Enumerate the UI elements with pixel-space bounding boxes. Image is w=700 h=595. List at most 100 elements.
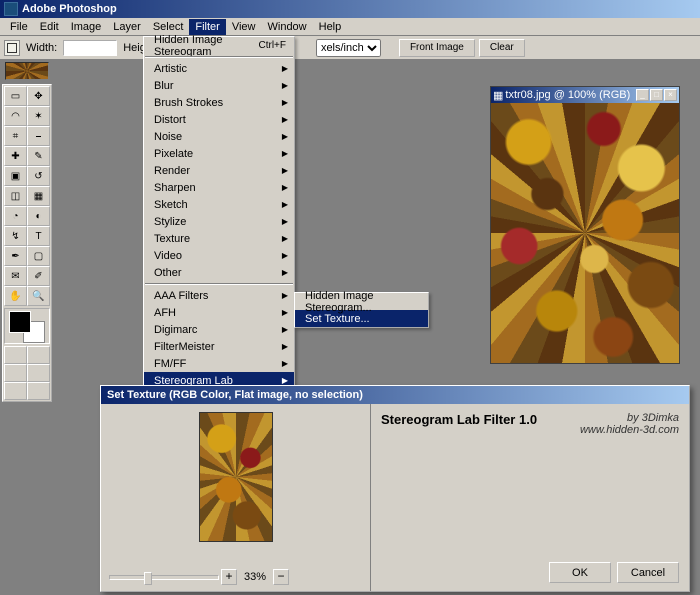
filter-sketch[interactable]: Sketch▶ xyxy=(144,196,294,213)
filter-blur[interactable]: Blur▶ xyxy=(144,77,294,94)
minimize-icon[interactable]: _ xyxy=(636,89,649,101)
chevron-right-icon: ▶ xyxy=(282,376,288,385)
tool-brush[interactable]: ✎ xyxy=(27,146,50,166)
menu-file[interactable]: File xyxy=(4,19,34,35)
maximize-icon[interactable]: □ xyxy=(650,89,663,101)
tool-eyedrop[interactable]: ✐ xyxy=(27,266,50,286)
image-window: ▦ txtr08.jpg @ 100% (RGB) _ □ × xyxy=(490,86,680,364)
filter-credit: by 3Dimka www.hidden-3d.com xyxy=(580,412,679,436)
menu-window[interactable]: Window xyxy=(262,19,313,35)
filter-other[interactable]: Other▶ xyxy=(144,264,294,281)
tool-lasso[interactable]: ◠ xyxy=(4,106,27,126)
crop-tool-icon[interactable] xyxy=(4,40,20,56)
filter-fmff[interactable]: FM/FF▶ xyxy=(144,355,294,372)
resolution-units-select[interactable]: xels/inch xyxy=(316,39,381,57)
tool-eraser[interactable]: ◫ xyxy=(4,186,27,206)
width-input[interactable] xyxy=(63,40,117,56)
zoom-value: 33% xyxy=(239,571,271,583)
submenu-hidden-image[interactable]: Hidden Image Stereogram... xyxy=(295,293,428,310)
filter-aaa[interactable]: AAA Filters▶ xyxy=(144,287,294,304)
filter-sharpen[interactable]: Sharpen▶ xyxy=(144,179,294,196)
menu-edit[interactable]: Edit xyxy=(34,19,65,35)
image-window-titlebar[interactable]: ▦ txtr08.jpg @ 100% (RGB) _ □ × xyxy=(491,87,679,103)
chevron-right-icon: ▶ xyxy=(282,166,288,175)
filter-stylize[interactable]: Stylize▶ xyxy=(144,213,294,230)
chevron-right-icon: ▶ xyxy=(282,64,288,73)
tool-pen[interactable]: ✒ xyxy=(4,246,27,266)
filter-pixelate[interactable]: Pixelate▶ xyxy=(144,145,294,162)
filter-distort[interactable]: Distort▶ xyxy=(144,111,294,128)
cancel-button[interactable]: Cancel xyxy=(617,562,679,583)
zoom-out-button[interactable]: − xyxy=(273,569,289,585)
filter-last-shortcut: Ctrl+F xyxy=(259,40,287,51)
chevron-right-icon: ▶ xyxy=(282,325,288,334)
filter-filtermeister[interactable]: FilterMeister▶ xyxy=(144,338,294,355)
menu-view[interactable]: View xyxy=(226,19,262,35)
tool-gradient[interactable]: ▦ xyxy=(27,186,50,206)
filter-texture[interactable]: Texture▶ xyxy=(144,230,294,247)
ok-button[interactable]: OK xyxy=(549,562,611,583)
menu-select[interactable]: Select xyxy=(147,19,190,35)
slider-knob[interactable] xyxy=(144,572,152,585)
filter-noise[interactable]: Noise▶ xyxy=(144,128,294,145)
dialog-info-pane: Stereogram Lab Filter 1.0 by 3Dimka www.… xyxy=(371,404,689,591)
chevron-right-icon: ▶ xyxy=(282,359,288,368)
tool-hand[interactable]: ✋ xyxy=(4,286,27,306)
tool-path[interactable]: ↯ xyxy=(4,226,27,246)
tool-dodge[interactable]: ◐ xyxy=(27,206,50,226)
tool-marquee[interactable]: ▭ xyxy=(4,86,27,106)
tool-wand[interactable]: ✶ xyxy=(27,106,50,126)
dialog-title[interactable]: Set Texture (RGB Color, Flat image, no s… xyxy=(101,386,689,404)
tool-zoom[interactable]: 🔍 xyxy=(27,286,50,306)
image-canvas[interactable] xyxy=(491,103,679,363)
chevron-right-icon: ▶ xyxy=(282,234,288,243)
tool-crop[interactable]: ⌗ xyxy=(4,126,27,146)
preview-image[interactable] xyxy=(199,412,273,542)
menu-layer[interactable]: Layer xyxy=(107,19,147,35)
menubar: File Edit Image Layer Select Filter View… xyxy=(0,18,700,36)
credit-author: by 3Dimka xyxy=(580,412,679,424)
tool-type[interactable]: T xyxy=(27,226,50,246)
filter-brushstrokes[interactable]: Brush Strokes▶ xyxy=(144,94,294,111)
filter-last[interactable]: Hidden Image Stereogram Ctrl+F xyxy=(144,37,294,54)
tool-grid: ▭ ✥ ◠ ✶ ⌗ ⎯ ✚ ✎ ▣ ↺ ◫ ▦ ◔ ◐ ↯ T ✒ ▢ ✉ ✐ … xyxy=(4,86,50,306)
chevron-right-icon: ▶ xyxy=(282,115,288,124)
dialog-preview-pane: + 33% − xyxy=(101,404,371,591)
filter-digimarc[interactable]: Digimarc▶ xyxy=(144,321,294,338)
navigator-thumbnail[interactable] xyxy=(5,62,49,80)
foreground-color-swatch[interactable] xyxy=(9,311,31,333)
tool-heal[interactable]: ✚ xyxy=(4,146,27,166)
quickmask-off[interactable] xyxy=(4,346,27,364)
filter-video[interactable]: Video▶ xyxy=(144,247,294,264)
tool-move[interactable]: ✥ xyxy=(27,86,50,106)
stereogram-submenu: Hidden Image Stereogram... Set Texture..… xyxy=(294,292,429,328)
filter-afh[interactable]: AFH▶ xyxy=(144,304,294,321)
menu-help[interactable]: Help xyxy=(313,19,348,35)
chevron-right-icon: ▶ xyxy=(282,149,288,158)
screenmode-std[interactable] xyxy=(4,364,27,382)
front-image-button[interactable]: Front Image xyxy=(399,39,475,57)
filter-render[interactable]: Render▶ xyxy=(144,162,294,179)
filter-artistic[interactable]: Artistic▶ xyxy=(144,60,294,77)
menu-image[interactable]: Image xyxy=(65,19,108,35)
zoom-slider[interactable] xyxy=(109,575,219,580)
tool-blur[interactable]: ◔ xyxy=(4,206,27,226)
filter-dropdown: Hidden Image Stereogram Ctrl+F Artistic▶… xyxy=(143,36,295,407)
jump-to[interactable] xyxy=(4,382,27,400)
quickmask-on[interactable] xyxy=(27,346,50,364)
tool-notes[interactable]: ✉ xyxy=(4,266,27,286)
tool-history[interactable]: ↺ xyxy=(27,166,50,186)
screenmode-full[interactable] xyxy=(27,364,50,382)
doc-icon: ▦ xyxy=(493,89,503,102)
width-label: Width: xyxy=(26,42,57,54)
extra-mode[interactable] xyxy=(27,382,50,400)
clear-button[interactable]: Clear xyxy=(479,39,525,57)
menu-filter[interactable]: Filter xyxy=(189,19,225,35)
tool-slice[interactable]: ⎯ xyxy=(27,126,50,146)
tool-stamp[interactable]: ▣ xyxy=(4,166,27,186)
tool-shape[interactable]: ▢ xyxy=(27,246,50,266)
zoom-in-button[interactable]: + xyxy=(221,569,237,585)
close-icon[interactable]: × xyxy=(664,89,677,101)
set-texture-dialog: Set Texture (RGB Color, Flat image, no s… xyxy=(100,385,690,592)
chevron-right-icon: ▶ xyxy=(282,217,288,226)
